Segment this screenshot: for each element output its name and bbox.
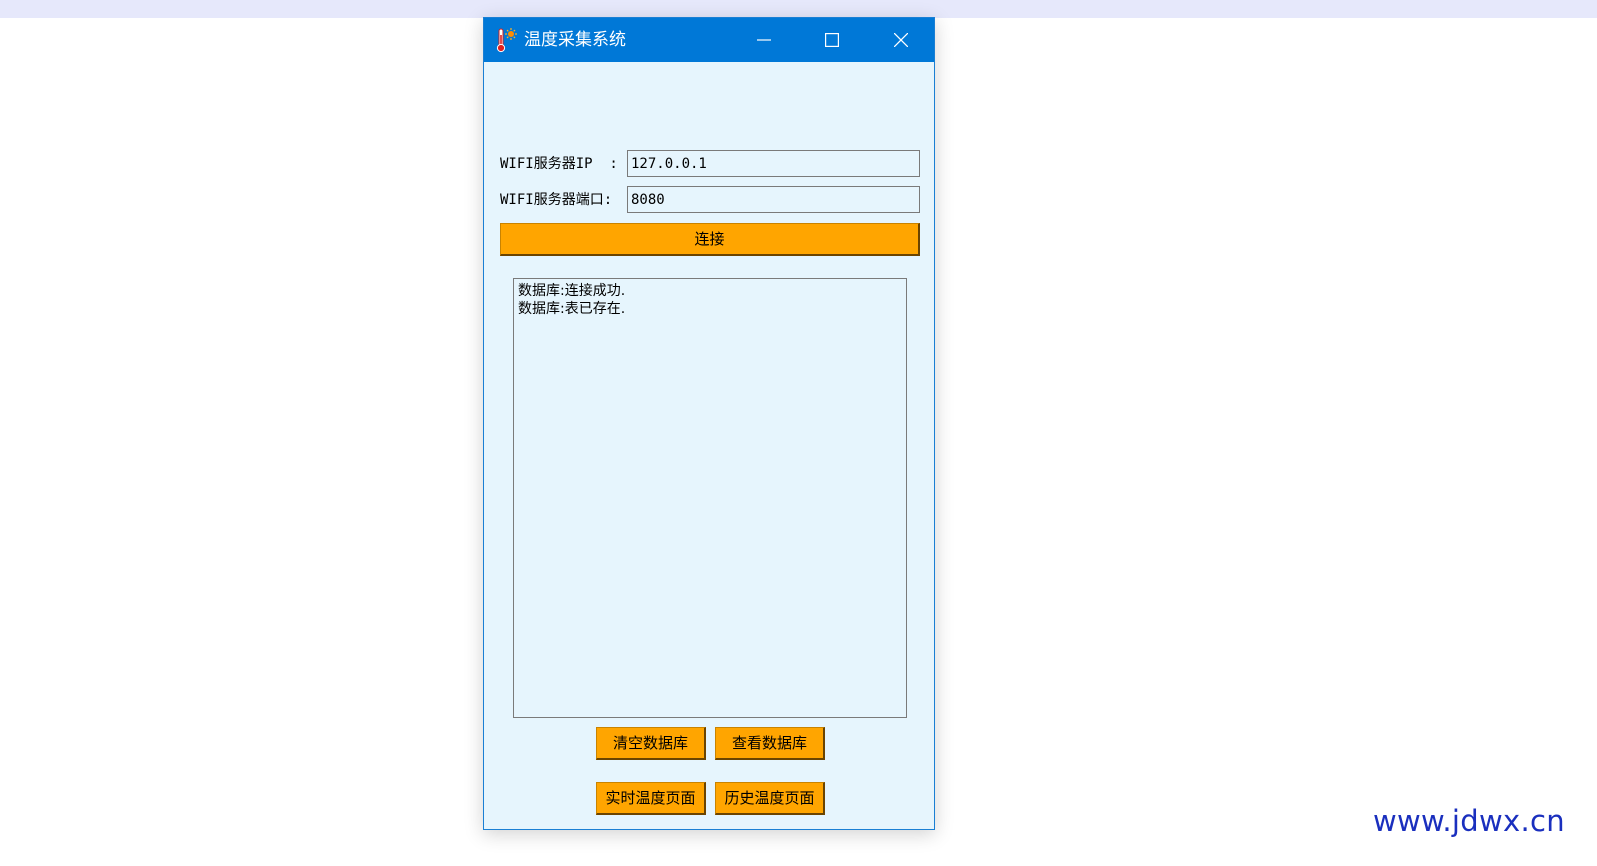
history-temperature-button[interactable]: 历史温度页面 [715, 782, 825, 815]
maximize-button[interactable] [809, 18, 855, 62]
wifi-port-label: WIFI服务器端口: [500, 192, 613, 208]
close-button[interactable] [878, 18, 924, 62]
realtime-temperature-button[interactable]: 实时温度页面 [596, 782, 706, 815]
minimize-button[interactable] [741, 18, 787, 62]
desktop-top-strip [0, 0, 1597, 18]
thermometer-sun-icon [494, 27, 518, 53]
connect-button[interactable]: 连接 [500, 223, 920, 256]
log-textarea[interactable]: 数据库:连接成功. 数据库:表已存在. [513, 278, 907, 718]
clear-database-button[interactable]: 清空数据库 [596, 727, 706, 760]
view-database-button[interactable]: 查看数据库 [715, 727, 825, 760]
wifi-ip-input[interactable] [627, 150, 920, 177]
maximize-icon [825, 33, 839, 47]
title-bar[interactable]: 温度采集系统 [484, 18, 934, 62]
app-window: 温度采集系统 WIFI服务器IP : WIFI服务器端口: 连接 数据库:连接成… [483, 17, 935, 830]
close-icon [894, 33, 908, 47]
window-title: 温度采集系统 [524, 30, 626, 50]
watermark-text: www.jdwx.cn [1373, 804, 1565, 838]
wifi-ip-label: WIFI服务器IP : [500, 156, 618, 172]
log-line: 数据库:连接成功. [518, 283, 626, 299]
minimize-icon [757, 39, 771, 41]
wifi-port-input[interactable] [627, 186, 920, 213]
log-line: 数据库:表已存在. [518, 301, 626, 317]
